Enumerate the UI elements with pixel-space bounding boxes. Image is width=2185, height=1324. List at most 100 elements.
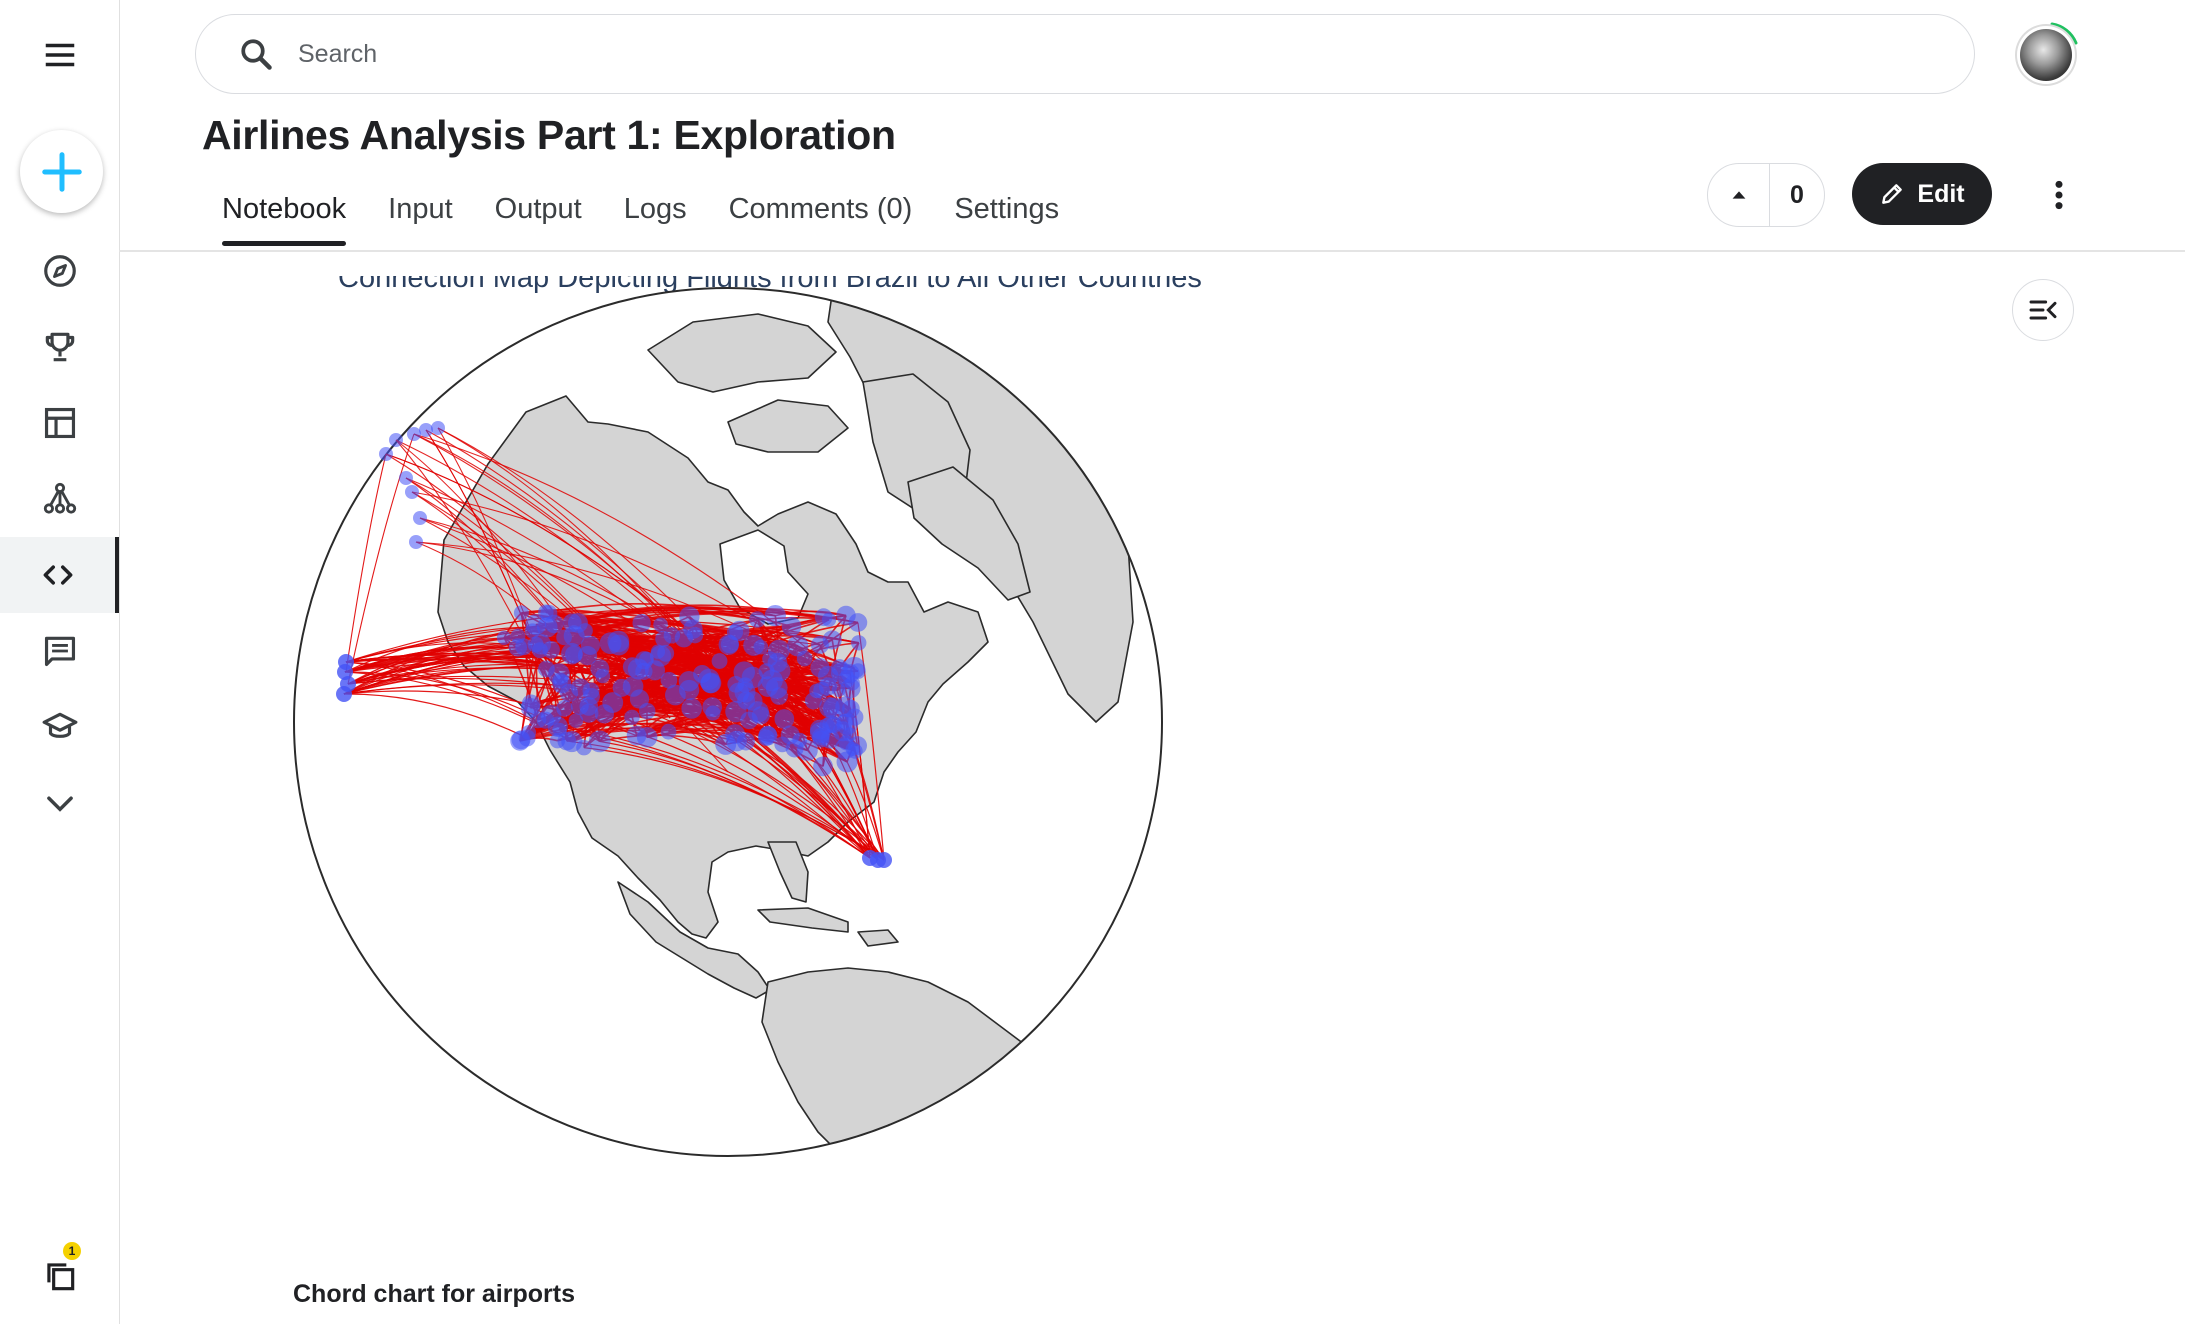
airport-marker	[407, 427, 421, 441]
vote-count: 0	[1790, 180, 1804, 209]
airport-marker	[389, 433, 403, 447]
left-sidebar: 1	[0, 0, 120, 1324]
chevron-down-icon	[46, 796, 73, 812]
airport-marker	[767, 652, 788, 673]
sidebar-item-learn[interactable]	[0, 689, 119, 765]
sidebar-item-competitions[interactable]	[0, 309, 119, 385]
airport-marker	[548, 663, 570, 685]
tab-output[interactable]: Output	[495, 186, 582, 246]
airport-marker	[556, 629, 572, 646]
airport-marker	[683, 619, 703, 639]
table-of-contents-button[interactable]	[2012, 279, 2074, 341]
sidebar-item-discussions[interactable]	[0, 613, 119, 689]
trophy-icon	[45, 332, 74, 362]
edit-button[interactable]: Edit	[1852, 163, 1992, 225]
section-heading: Chord chart for airports	[293, 1280, 575, 1308]
airport-marker	[818, 717, 836, 734]
airport-marker	[749, 611, 766, 628]
airport-marker	[842, 699, 860, 718]
sidebar-item-models[interactable]	[0, 461, 119, 537]
table-icon	[44, 407, 75, 439]
tab-input[interactable]: Input	[388, 186, 453, 246]
tab-notebook[interactable]: Notebook	[222, 186, 347, 246]
airport-marker	[842, 727, 857, 742]
airport-marker	[876, 852, 892, 868]
school-icon	[42, 712, 77, 738]
airport-marker	[781, 616, 802, 637]
airport-marker	[570, 678, 590, 698]
airport-marker	[409, 535, 423, 549]
tab-comments[interactable]: Comments (0)	[729, 186, 913, 246]
sidebar-item-code[interactable]	[0, 537, 119, 613]
airport-marker	[711, 653, 728, 669]
airport-marker	[660, 723, 677, 740]
header-divider	[119, 250, 2185, 252]
airport-marker	[602, 692, 624, 713]
airport-marker	[733, 661, 755, 683]
upvote-button[interactable]	[1708, 164, 1770, 226]
airport-marker	[822, 630, 842, 650]
menu-icon	[45, 43, 74, 67]
code-icon	[43, 565, 72, 585]
search-input[interactable]	[296, 38, 1800, 70]
airport-marker	[542, 640, 560, 659]
airport-marker	[510, 628, 526, 644]
airport-marker	[520, 697, 541, 718]
airport-marker	[693, 664, 712, 684]
comment-icon	[44, 636, 75, 667]
airport-marker	[608, 634, 630, 656]
tab-logs[interactable]: Logs	[624, 186, 687, 246]
airport-marker	[814, 608, 833, 627]
airport-marker	[626, 725, 647, 746]
airport-marker	[627, 658, 649, 680]
airport-marker	[632, 613, 651, 633]
airport-marker	[751, 706, 770, 725]
airport-marker	[496, 630, 512, 645]
tab-settings[interactable]: Settings	[954, 186, 1059, 246]
airport-marker	[588, 730, 611, 753]
notification-badge: 1	[63, 1242, 81, 1260]
airport-marker	[758, 726, 778, 746]
more-options-button[interactable]	[2044, 170, 2074, 220]
airport-marker	[568, 713, 584, 728]
more-vert-icon	[2055, 180, 2063, 210]
airport-marker	[513, 605, 529, 621]
airport-marker	[653, 617, 668, 633]
menu-button[interactable]	[0, 17, 119, 93]
sidebar-item-explore[interactable]	[0, 233, 119, 309]
airport-marker	[850, 635, 867, 651]
airport-marker	[540, 704, 562, 726]
airport-marker	[715, 733, 737, 755]
avatar[interactable]	[2020, 29, 2072, 81]
create-button[interactable]	[20, 130, 103, 213]
sidebar-item-datasets[interactable]	[0, 385, 119, 461]
airport-marker	[810, 658, 830, 678]
airport-marker	[629, 689, 650, 709]
pencil-icon	[1882, 184, 1903, 204]
airport-marker	[405, 485, 419, 499]
plus-icon	[41, 151, 82, 192]
airport-marker	[649, 645, 672, 667]
model-icon	[43, 482, 76, 514]
caret-up-icon	[1732, 191, 1745, 199]
compass-icon	[43, 255, 76, 287]
sidebar-item-more[interactable]	[0, 765, 119, 841]
sidebar-item-your-work[interactable]	[0, 1238, 119, 1314]
copy-icon	[46, 1263, 74, 1291]
toc-collapse-icon	[2029, 300, 2057, 320]
airport-marker	[770, 687, 788, 705]
airport-marker	[527, 636, 544, 653]
airport-marker	[595, 668, 611, 684]
airport-marker	[796, 739, 818, 761]
airport-marker	[705, 705, 721, 721]
notebook-tabs: Notebook Input Output Logs Comments (0) …	[222, 186, 1101, 250]
airport-marker	[521, 725, 537, 740]
airport-marker	[660, 671, 678, 689]
airport-marker	[774, 709, 795, 729]
search-bar[interactable]	[195, 14, 1975, 94]
airport-marker	[818, 677, 838, 696]
airport-marker	[796, 650, 813, 667]
airport-marker	[848, 613, 868, 632]
airport-marker	[379, 447, 393, 461]
airport-marker	[838, 670, 856, 688]
